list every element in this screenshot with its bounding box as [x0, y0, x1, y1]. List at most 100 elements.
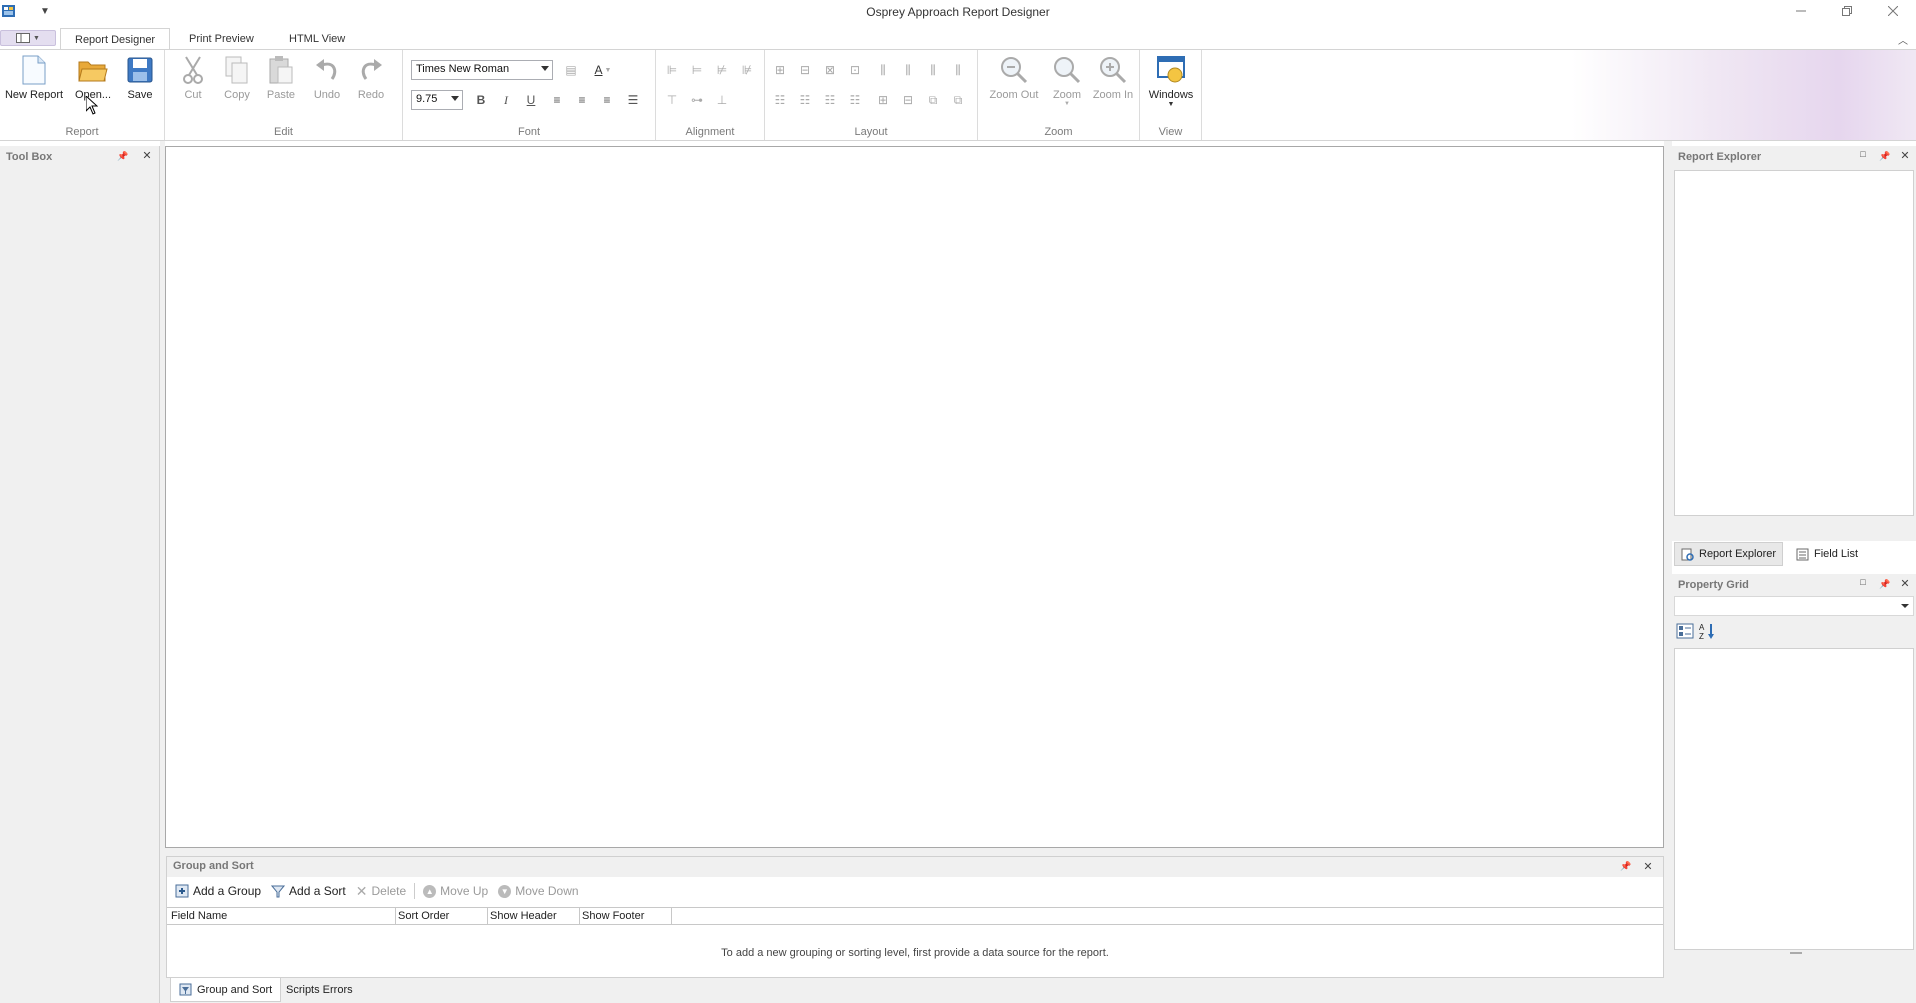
copy-button[interactable]: Copy [215, 54, 259, 110]
chevron-down-icon [541, 66, 549, 71]
make-same-height-icon[interactable]: ⊠ [820, 60, 840, 80]
workspace-background [1664, 141, 1672, 1003]
report-design-surface[interactable] [165, 146, 1664, 848]
align-tops-icon[interactable]: ⊤ [662, 90, 682, 110]
zoom-out-button[interactable]: Zoom Out [986, 54, 1042, 110]
maximize-icon[interactable]: □ [1856, 149, 1870, 159]
pin-icon[interactable]: 📌 [1619, 861, 1633, 872]
vertical-spacing-increase-icon[interactable]: ☷ [795, 90, 815, 110]
property-grid-panel: Property Grid □ 📌 ✕ AZ [1672, 574, 1916, 1003]
pin-icon[interactable]: 📌 [1878, 151, 1892, 162]
categorized-view-button[interactable] [1676, 622, 1694, 643]
sort-alphabetical-icon: AZ [1699, 623, 1714, 641]
minimize-button[interactable] [1778, 0, 1824, 22]
tab-print-preview[interactable]: Print Preview [175, 28, 268, 50]
close-icon[interactable]: ✕ [1641, 860, 1655, 873]
redo-button[interactable]: Redo [349, 54, 393, 110]
report-explorer-tree[interactable] [1674, 170, 1914, 516]
size-to-grid-icon[interactable]: ⊡ [845, 60, 865, 80]
horizontal-spacing-remove-icon[interactable]: ⫼ [948, 60, 968, 80]
bold-button[interactable]: B [471, 90, 491, 110]
zoom-in-button[interactable]: Zoom In [1088, 54, 1138, 110]
align-lefts-icon[interactable]: ⊫ [662, 60, 682, 80]
align-right-icon[interactable]: ≡ [597, 90, 617, 110]
horizontal-spacing-increase-icon[interactable]: ⫼ [898, 60, 918, 80]
tab-report-designer[interactable]: Report Designer [60, 28, 171, 50]
column-header-show-footer[interactable]: Show Footer [580, 907, 672, 925]
group-label-edit: Edit [274, 126, 293, 138]
ribbon-group-zoom: Zoom Out Zoom ▼ Zoom In Zoom [978, 50, 1140, 140]
horizontal-spacing-decrease-icon[interactable]: ⫼ [923, 60, 943, 80]
underline-button[interactable]: U [521, 90, 541, 110]
close-icon[interactable]: ✕ [1898, 577, 1912, 590]
align-to-grid-icon[interactable]: ⊯ [737, 60, 757, 80]
align-center-icon[interactable]: ≡ [572, 90, 592, 110]
group-label-report: Report [65, 126, 99, 138]
object-selector[interactable] [1674, 596, 1914, 616]
paste-button[interactable]: Paste [259, 54, 303, 110]
delete-button[interactable]: ✕ Delete [352, 883, 410, 900]
tab-field-list[interactable]: Field List [1790, 542, 1864, 566]
send-to-back-icon[interactable]: ⧉ [948, 90, 968, 110]
move-down-button[interactable]: ▼ Move Down [494, 884, 582, 898]
column-header-show-header[interactable]: Show Header [488, 907, 580, 925]
add-group-button[interactable]: Add a Group [171, 884, 265, 898]
close-icon[interactable]: ✕ [1898, 149, 1912, 162]
horizontal-spacing-equal-icon[interactable]: ⫼ [873, 60, 893, 80]
windows-button[interactable]: Windows ▼ [1144, 54, 1198, 110]
tab-group-and-sort[interactable]: Group and Sort [170, 978, 282, 1002]
align-bottoms-icon[interactable]: ⊥ [712, 90, 732, 110]
font-size-combo[interactable]: 9.75 [411, 90, 463, 110]
cut-button[interactable]: Cut [171, 54, 215, 110]
restore-button[interactable] [1824, 0, 1870, 22]
pin-icon[interactable]: 📌 [1878, 579, 1892, 590]
move-up-button[interactable]: ▲ Move Up [419, 884, 492, 898]
field-list-icon [1796, 548, 1809, 560]
undo-button[interactable]: Undo [305, 54, 349, 110]
ribbon-group-layout: ⊞ ⊟ ⊠ ⊡ ⫼ ⫼ ⫼ ⫼ ☷ ☷ ☷ ☷ ⊞ ⊟ ⧉ ⧉ Layout [765, 50, 978, 140]
chevron-down-icon [451, 96, 459, 101]
make-same-size-icon[interactable]: ⊞ [770, 60, 790, 80]
collapse-ribbon-icon[interactable]: ︿ [1898, 32, 1908, 47]
tab-html-view[interactable]: HTML View [275, 28, 359, 50]
column-header-field-name[interactable]: Field Name [169, 907, 396, 925]
save-button[interactable]: Save [114, 54, 166, 110]
toolbox-title: Tool Box [6, 151, 53, 163]
center-horizontally-icon[interactable]: ⊞ [873, 90, 893, 110]
center-vertically-icon[interactable]: ⊟ [898, 90, 918, 110]
font-color-button[interactable]: A ▼ [589, 60, 617, 80]
italic-button[interactable]: I [496, 90, 516, 110]
justify-icon[interactable]: ☰ [623, 90, 643, 110]
bring-to-front-icon[interactable]: ⧉ [923, 90, 943, 110]
border-style-icon[interactable]: ▤ [561, 60, 581, 80]
ribbon-group-report: New Report Open... Save Report [0, 50, 165, 140]
add-sort-button[interactable]: Add a Sort [267, 884, 350, 898]
make-same-width-icon[interactable]: ⊟ [795, 60, 815, 80]
categorized-icon [1676, 623, 1694, 639]
column-header-sort-order[interactable]: Sort Order [396, 907, 488, 925]
maximize-icon[interactable]: □ [1856, 577, 1870, 587]
resize-grip-icon[interactable] [1790, 952, 1802, 954]
tab-report-explorer[interactable]: Report Explorer [1674, 542, 1784, 566]
close-icon[interactable]: ✕ [140, 149, 154, 162]
vertical-spacing-decrease-icon[interactable]: ☷ [820, 90, 840, 110]
align-rights-icon[interactable]: ⊭ [712, 60, 732, 80]
group-label-layout: Layout [854, 126, 888, 138]
application-menu-button[interactable]: ▼ [0, 30, 56, 46]
tab-scripts-errors[interactable]: Scripts Errors [278, 978, 361, 1002]
property-list[interactable] [1674, 648, 1914, 950]
ribbon-group-view: Windows ▼ View [1140, 50, 1202, 140]
vertical-spacing-equal-icon[interactable]: ☷ [770, 90, 790, 110]
align-centers-icon[interactable]: ⊨ [687, 60, 707, 80]
align-left-icon[interactable]: ≡ [547, 90, 567, 110]
empty-message: To add a new grouping or sorting level, … [721, 947, 1109, 959]
zoom-icon [1054, 57, 1081, 84]
font-family-combo[interactable]: Times New Roman [411, 60, 553, 80]
alphabetical-view-button[interactable]: AZ [1698, 622, 1716, 643]
vertical-spacing-remove-icon[interactable]: ☷ [845, 90, 865, 110]
align-middles-icon[interactable]: ⊶ [687, 90, 707, 110]
pin-icon[interactable]: 📌 [116, 151, 130, 162]
new-report-button[interactable]: New Report [5, 54, 63, 110]
close-button[interactable] [1870, 0, 1916, 22]
zoom-button[interactable]: Zoom ▼ [1044, 54, 1090, 110]
